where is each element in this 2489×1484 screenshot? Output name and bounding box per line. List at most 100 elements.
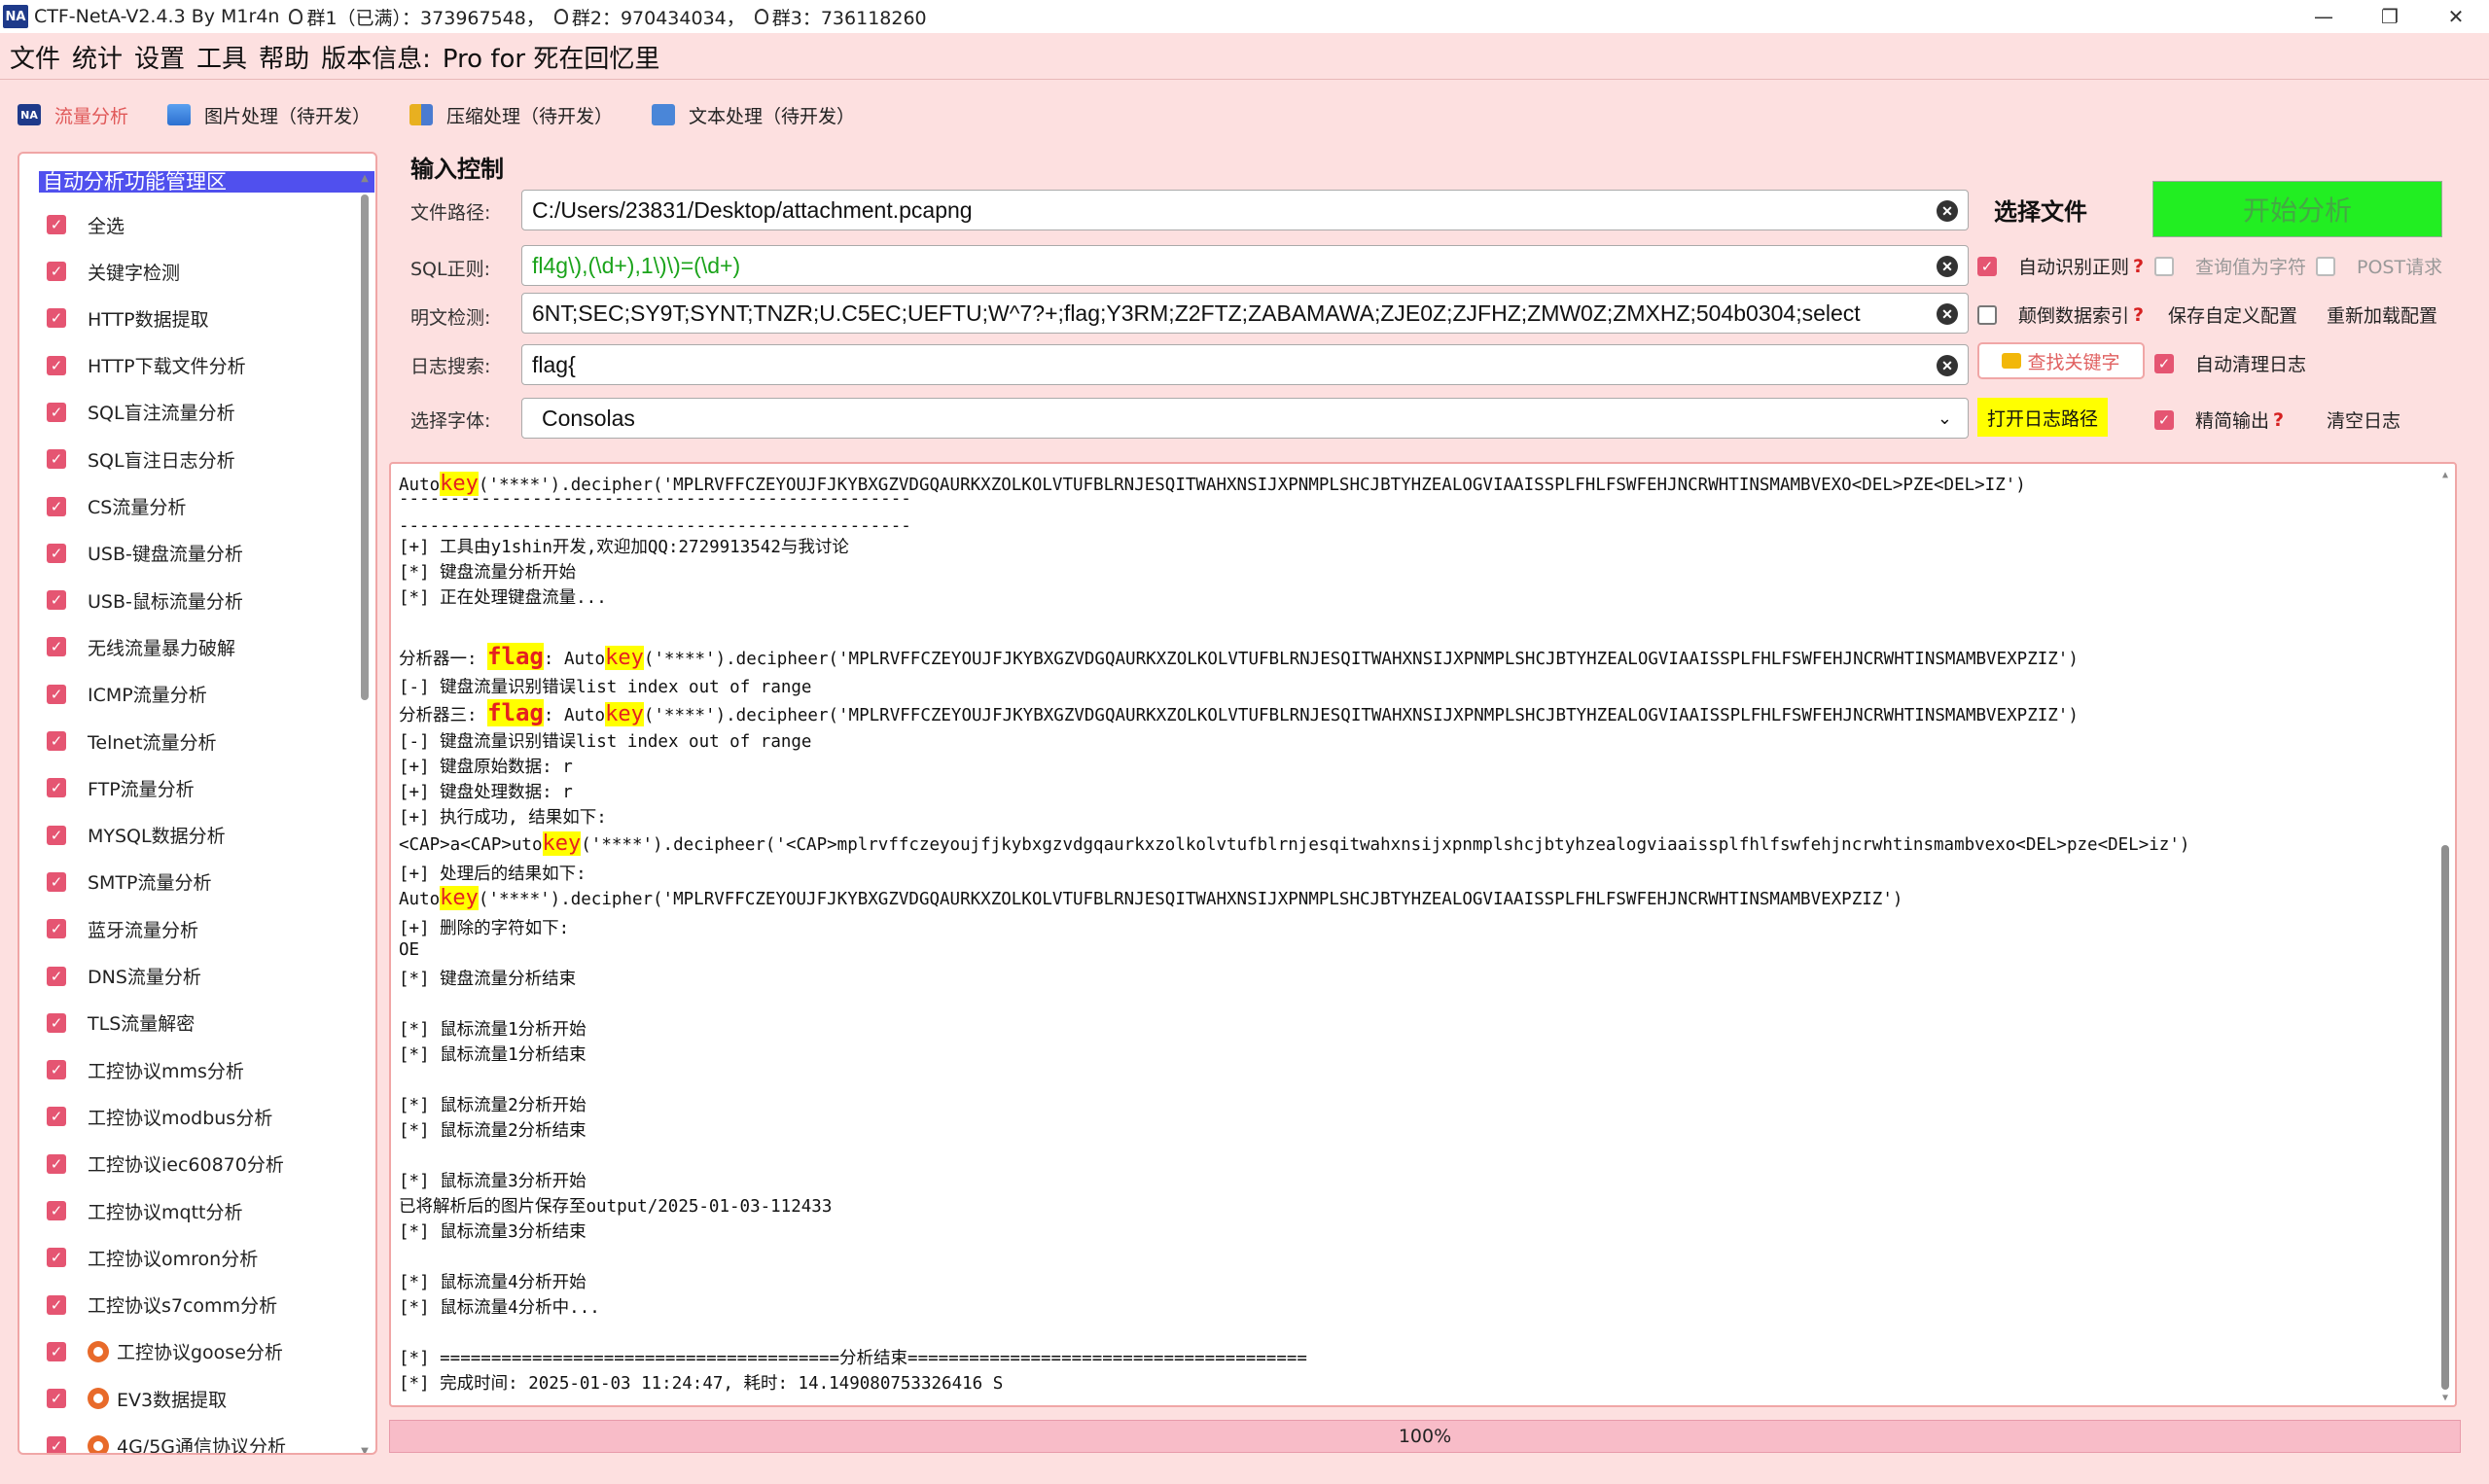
clear-icon[interactable]: ✕ <box>1937 355 1958 376</box>
log-text: 分析器三: <box>399 706 488 725</box>
sidebar-item-checkbox[interactable]: ✓ MYSQL数据分析 <box>47 819 226 852</box>
scroll-up-icon[interactable]: ▲ <box>360 173 370 184</box>
highlighted-keyword: key <box>605 646 644 670</box>
log-line: [+] 键盘原始数据: r <box>399 754 573 778</box>
chevron-down-icon: ⌄ <box>1937 408 1952 428</box>
sidebar-item-checkbox[interactable]: ✓ 工控协议modbus分析 <box>47 1100 272 1133</box>
checkbox-unchecked-icon: ✓ <box>2316 256 2335 276</box>
sidebar-item-checkbox[interactable]: ✓ Telnet流量分析 <box>47 724 217 758</box>
sidebar-item-checkbox[interactable]: ✓ 4G/5G通信协议分析 <box>47 1430 287 1455</box>
log-text: [+] 工具由y1shin开发,欢迎加QQ:2729913542与我讨论 <box>399 538 849 557</box>
panel-header: 自动分析功能管理区 <box>39 171 374 193</box>
log-text: ('****').decipheer('MPLRVFFCZEYOUJFJKYBX… <box>643 706 2079 725</box>
clear-icon[interactable]: ✕ <box>1937 303 1958 325</box>
sidebar-item-checkbox[interactable]: ✓ 工控协议omron分析 <box>47 1241 258 1274</box>
log-line: [*] 鼠标流量3分析开始 <box>399 1168 587 1192</box>
sidebar-item-checkbox[interactable]: ✓ 工控协议s7comm分析 <box>47 1289 277 1322</box>
plaintext-detect-input[interactable]: 6NT;SEC;SY9T;SYNT;TNZR;U.C5EC;UEFTU;W^7?… <box>521 293 1969 334</box>
sidebar-item-checkbox[interactable]: ✓ USB-鼠标流量分析 <box>47 583 243 617</box>
sidebar-item-checkbox[interactable]: ✓ 工控协议goose分析 <box>47 1335 283 1368</box>
menu-version[interactable]: 版本信息: <box>321 39 431 75</box>
menu-help[interactable]: 帮助 <box>259 39 309 75</box>
qq-icon <box>754 9 768 24</box>
menu-settings[interactable]: 设置 <box>134 39 185 75</box>
find-keyword-button[interactable]: 查找关键字 <box>1977 342 2145 379</box>
scroll-down-icon[interactable]: ▼ <box>2439 1393 2451 1403</box>
tab-label: 图片处理（待开发） <box>204 105 372 127</box>
clear-icon[interactable]: ✕ <box>1937 200 1958 222</box>
sidebar-item-label: 工控协议mms分析 <box>88 1060 244 1082</box>
help-icon[interactable]: ? <box>2273 409 2284 431</box>
select-all-checkbox[interactable]: ✓ 全选 <box>47 208 124 241</box>
tab-archive-processing[interactable]: 压缩处理（待开发） <box>409 102 613 128</box>
log-text: [-] 键盘流量识别错误list index out of range <box>399 732 812 752</box>
sql-regex-input[interactable]: fl4g\),(\d+),1\)\)=(\d+) ✕ <box>521 245 1969 286</box>
sidebar-scrollbar[interactable]: ▲ ▼ <box>360 173 370 1453</box>
qq-icon <box>289 9 303 24</box>
menu-version-value[interactable]: Pro for 死在回忆里 <box>443 39 660 75</box>
auto-regex-checkbox[interactable]: ✓ 自动识别正则? <box>1977 253 2144 279</box>
menu-tools[interactable]: 工具 <box>196 39 247 75</box>
sidebar-item-checkbox[interactable]: ✓ USB-键盘流量分析 <box>47 537 243 570</box>
tab-image-processing[interactable]: 图片处理（待开发） <box>167 102 371 128</box>
output-log[interactable]: Autokey('****').decipher('MPLRVFFCZEYOUJ… <box>389 462 2457 1407</box>
save-config-button[interactable]: 保存自定义配置 <box>2168 301 2297 328</box>
scroll-up-icon[interactable]: ▲ <box>2439 470 2451 480</box>
file-path-input[interactable]: C:/Users/23831/Desktop/attachment.pcapng… <box>521 190 1969 230</box>
checkbox-checked-icon: ✓ <box>47 1341 66 1361</box>
sidebar-item-checkbox[interactable]: ✓ HTTP下载文件分析 <box>47 349 246 382</box>
sidebar-item-checkbox[interactable]: ✓ SQL盲注日志分析 <box>47 442 235 476</box>
help-icon[interactable]: ? <box>2133 304 2144 326</box>
sidebar-item-checkbox[interactable]: ✓ SMTP流量分析 <box>47 866 212 899</box>
sidebar-item-checkbox[interactable]: ✓ EV3数据提取 <box>47 1382 227 1415</box>
log-text: [*] 正在处理键盘流量... <box>399 588 607 608</box>
sidebar-item-checkbox[interactable]: ✓ 关键字检测 <box>47 255 180 288</box>
font-select[interactable]: Consolas ⌄ <box>521 398 1969 439</box>
scrollbar-thumb[interactable] <box>2441 845 2449 1390</box>
tab-text-processing[interactable]: 文本处理（待开发） <box>652 102 855 128</box>
log-search-value: flag{ <box>532 351 576 377</box>
sidebar-item-checkbox[interactable]: ✓ ICMP流量分析 <box>47 678 207 711</box>
query-as-char-checkbox[interactable]: ✓ 查询值为字符 <box>2154 253 2306 279</box>
sidebar-item-checkbox[interactable]: ✓ HTTP数据提取 <box>47 301 209 335</box>
minimize-button[interactable]: — <box>2291 0 2357 33</box>
choose-file-button[interactable]: 选择文件 <box>1994 193 2087 227</box>
log-text: <CAP>a<CAP>uto <box>399 835 543 855</box>
sidebar-item-checkbox[interactable]: ✓ FTP流量分析 <box>47 771 195 804</box>
button-label: 查找关键字 <box>2027 351 2120 373</box>
scrollbar-thumb[interactable] <box>361 194 369 700</box>
menu-statistics[interactable]: 统计 <box>72 39 123 75</box>
sidebar-item-checkbox[interactable]: ✓ TLS流量解密 <box>47 1007 195 1040</box>
clear-log-button[interactable]: 清空日志 <box>2327 406 2400 433</box>
reverse-index-checkbox[interactable]: ✓ 颠倒数据索引? <box>1977 301 2144 328</box>
checkbox-checked-icon: ✓ <box>47 871 66 892</box>
close-button[interactable]: ✕ <box>2423 0 2489 33</box>
help-icon[interactable]: ? <box>2133 256 2144 277</box>
open-log-path-button[interactable]: 打开日志路径 <box>1977 398 2108 437</box>
reload-config-button[interactable]: 重新加载配置 <box>2327 301 2437 328</box>
sidebar-item-checkbox[interactable]: ✓ DNS流量分析 <box>47 960 201 993</box>
sidebar-item-checkbox[interactable]: ✓ SQL盲注流量分析 <box>47 396 235 429</box>
start-analysis-button[interactable]: 开始分析 <box>2152 181 2442 237</box>
log-search-label: 日志搜索: <box>410 356 491 377</box>
tab-traffic-analysis[interactable]: NA 流量分析 <box>18 102 128 128</box>
post-request-checkbox[interactable]: ✓ POST请求 <box>2316 253 2442 279</box>
sidebar-item-checkbox[interactable]: ✓ 工控协议mms分析 <box>47 1053 244 1086</box>
output-scrollbar[interactable]: ▲ ▼ <box>2439 470 2451 1403</box>
log-line: [+] 执行成功, 结果如下: <box>399 804 607 829</box>
scroll-down-icon[interactable]: ▼ <box>360 1446 370 1453</box>
sidebar-item-label: 4G/5G通信协议分析 <box>117 1436 287 1455</box>
log-search-input[interactable]: flag{ ✕ <box>521 344 1969 385</box>
maximize-button[interactable]: ❐ <box>2357 0 2423 33</box>
log-text: : Auto <box>543 650 606 669</box>
sidebar-item-checkbox[interactable]: ✓ 工控协议mqtt分析 <box>47 1194 242 1227</box>
auto-clear-log-checkbox[interactable]: ✓ 自动清理日志 <box>2154 350 2306 376</box>
log-text: [*] 鼠标流量1分析结束 <box>399 1045 587 1065</box>
clear-icon[interactable]: ✕ <box>1937 256 1958 277</box>
simple-output-checkbox[interactable]: ✓ 精简输出? <box>2154 406 2284 433</box>
sidebar-item-checkbox[interactable]: ✓ 工控协议iec60870分析 <box>47 1148 284 1181</box>
menu-file[interactable]: 文件 <box>10 39 60 75</box>
sidebar-item-checkbox[interactable]: ✓ 无线流量暴力破解 <box>47 630 235 663</box>
sidebar-item-checkbox[interactable]: ✓ 蓝牙流量分析 <box>47 912 198 945</box>
sidebar-item-checkbox[interactable]: ✓ CS流量分析 <box>47 490 186 523</box>
